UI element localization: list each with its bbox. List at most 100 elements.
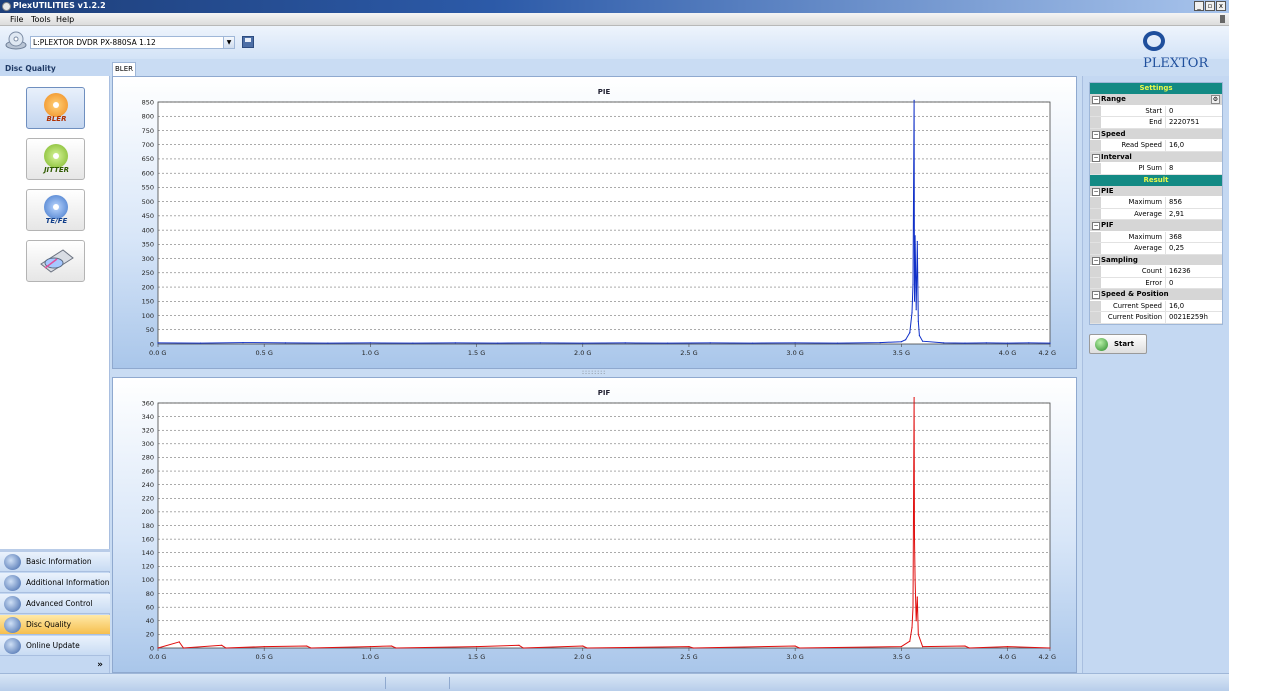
save-icon[interactable] bbox=[242, 36, 254, 48]
pie-avg-value: 2,91 bbox=[1169, 209, 1185, 218]
range-category[interactable]: Range ⚙ bbox=[1090, 94, 1222, 106]
tefe-mode-button[interactable]: TE/FE bbox=[26, 189, 85, 231]
chevron-more-icon[interactable]: » bbox=[97, 660, 103, 670]
pif-x-tick-label: 0.5 G bbox=[255, 653, 272, 661]
title-bar: PlexUTILITIES v1.2.2 _ ▫ x bbox=[0, 0, 1229, 13]
pie-chart-title: PIE bbox=[598, 88, 611, 96]
nav-advanced-control[interactable]: Advanced Control bbox=[0, 594, 110, 614]
jitter-mode-button[interactable]: JITTER bbox=[26, 138, 85, 180]
pif-y-tick-label: 240 bbox=[142, 481, 154, 489]
pif-data-point bbox=[922, 646, 924, 648]
pif-x-tick-label: 4.0 G bbox=[999, 653, 1016, 661]
pie-label: PIE bbox=[1101, 186, 1114, 195]
pif-data-point bbox=[912, 606, 914, 608]
sampling-label: Sampling bbox=[1101, 255, 1138, 264]
pie-x-tick-label: 3.5 G bbox=[893, 349, 910, 357]
pie-y-tick-label: 100 bbox=[142, 312, 154, 320]
pif-avg-row: Average 0,25 bbox=[1090, 243, 1222, 255]
menu-file[interactable]: File bbox=[10, 15, 23, 24]
pif-y-tick-label: 80 bbox=[146, 590, 154, 598]
pie-y-tick-label: 50 bbox=[146, 326, 154, 334]
desktop-background bbox=[1229, 0, 1280, 691]
property-grid: Settings Range⚙ Start0 End2220751 Speed … bbox=[1089, 82, 1223, 325]
pif-x-tick-label: 2.5 G bbox=[680, 653, 697, 661]
read-speed-row[interactable]: Read Speed 16,0 bbox=[1090, 140, 1222, 152]
pie-data-point bbox=[157, 342, 159, 344]
pi-sum-value[interactable]: 8 bbox=[1166, 163, 1222, 174]
menu-help[interactable]: Help bbox=[56, 15, 74, 24]
chevron-down-icon[interactable]: ▼ bbox=[223, 37, 234, 48]
status-divider bbox=[449, 677, 450, 689]
pie-data-point bbox=[497, 342, 499, 344]
tab-bler[interactable]: BLER bbox=[112, 62, 136, 76]
pif-data-point bbox=[178, 641, 180, 643]
pi-sum-row[interactable]: PI Sum 8 bbox=[1090, 163, 1222, 175]
menu-tools[interactable]: Tools bbox=[31, 15, 51, 24]
bler-mode-button[interactable]: BLER bbox=[26, 87, 85, 129]
speed-category[interactable]: Speed bbox=[1090, 128, 1222, 140]
pif-data-point bbox=[917, 633, 919, 635]
nav-disc-quality[interactable]: Disc Quality bbox=[0, 615, 110, 635]
pif-y-tick-label: 120 bbox=[142, 563, 154, 571]
nav-disc-quality-label: Disc Quality bbox=[26, 620, 72, 629]
current-position-row: Current Position 0021E259h bbox=[1090, 312, 1222, 324]
pie-x-tick-label: 4.0 G bbox=[999, 349, 1016, 357]
read-speed-value[interactable]: 16,0 bbox=[1166, 140, 1222, 151]
start-button[interactable]: Start bbox=[1089, 334, 1147, 354]
pif-category[interactable]: PIF bbox=[1090, 220, 1222, 232]
pie-x-tick-label: 2.5 G bbox=[680, 349, 697, 357]
interval-category[interactable]: Interval bbox=[1090, 151, 1222, 163]
pie-data-point bbox=[922, 340, 924, 342]
restore-button[interactable]: ▫ bbox=[1205, 1, 1215, 11]
start-row[interactable]: Start 0 bbox=[1090, 105, 1222, 117]
pie-y-tick-label: 800 bbox=[142, 113, 154, 121]
pie-data-point bbox=[905, 339, 907, 341]
end-value[interactable]: 2220751 bbox=[1166, 117, 1222, 128]
nav-additional-information[interactable]: Additional Information bbox=[0, 573, 110, 593]
pif-data-point bbox=[1006, 646, 1009, 648]
drive-select[interactable]: L:PLEXTOR DVDR PX-880SA 1.12 ▼ bbox=[30, 36, 235, 49]
pie-x-tick-label: 0.5 G bbox=[255, 349, 272, 357]
pie-data-point bbox=[709, 342, 711, 344]
pif-data-point bbox=[391, 645, 393, 647]
menu-overflow-icon[interactable] bbox=[1220, 15, 1225, 23]
pie-data-point bbox=[911, 312, 913, 314]
end-row[interactable]: End 2220751 bbox=[1090, 117, 1222, 129]
sampling-category[interactable]: Sampling bbox=[1090, 254, 1222, 266]
plextor-logo: PLEXTOR bbox=[1143, 30, 1229, 71]
drive-icon bbox=[5, 31, 27, 50]
tefe-disc-icon bbox=[44, 195, 68, 219]
start-value[interactable]: 0 bbox=[1166, 106, 1222, 117]
pif-max-row: Maximum 368 bbox=[1090, 231, 1222, 243]
pie-data-point bbox=[284, 342, 286, 344]
options-icon[interactable]: ⚙ bbox=[1211, 95, 1220, 104]
speed-label: Speed bbox=[1101, 129, 1126, 138]
pif-data-point bbox=[263, 646, 265, 648]
nav-basic-information[interactable]: Basic Information bbox=[0, 552, 110, 572]
pie-chart-panel: PIE 0 50 100 150 200 250 300 350 400 450 500 550 600 6… bbox=[112, 76, 1077, 369]
minimize-button[interactable]: _ bbox=[1194, 1, 1204, 11]
chart-splitter[interactable]: :::::::: bbox=[112, 369, 1077, 377]
pie-y-tick-label: 150 bbox=[142, 298, 154, 306]
pif-x-tick-label: 2.0 G bbox=[574, 653, 591, 661]
error-row: Error 0 bbox=[1090, 277, 1222, 289]
pif-data-point bbox=[225, 647, 227, 649]
pie-data-point bbox=[964, 342, 966, 344]
pie-data-point bbox=[667, 342, 669, 344]
disc-scan-mode-button[interactable] bbox=[26, 240, 85, 282]
pif-data-point bbox=[911, 627, 913, 629]
pif-data-point bbox=[913, 538, 916, 540]
pie-category[interactable]: PIE bbox=[1090, 185, 1222, 197]
pie-y-tick-label: 650 bbox=[142, 155, 154, 163]
nav-online-update[interactable]: Online Update bbox=[0, 636, 110, 656]
pie-data-point bbox=[913, 99, 915, 101]
speed-position-category[interactable]: Speed & Position bbox=[1090, 289, 1222, 301]
pie-x-tick-label: 1.5 G bbox=[468, 349, 485, 357]
pie-data-point bbox=[912, 283, 914, 285]
drive-select-value: L:PLEXTOR DVDR PX-880SA 1.12 bbox=[33, 38, 156, 47]
close-button[interactable]: x bbox=[1216, 1, 1226, 11]
pie-data-point bbox=[917, 320, 919, 322]
pif-data-point bbox=[518, 644, 520, 646]
pie-data-point bbox=[985, 342, 987, 344]
pif-data-point bbox=[395, 647, 397, 649]
